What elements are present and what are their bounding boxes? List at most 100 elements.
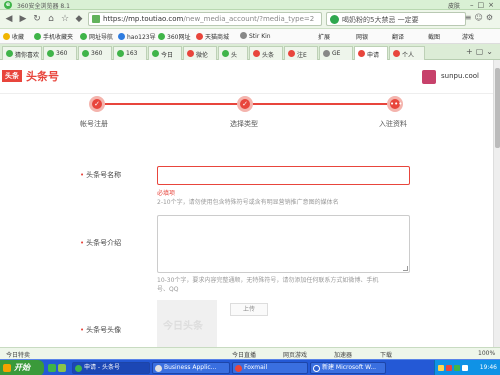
bookmark-icon (240, 32, 247, 39)
tab-active[interactable]: 申请 (354, 46, 388, 60)
task-word[interactable]: 新建 Microsoft W... (310, 362, 386, 374)
step-2-label: 选择类型 (230, 120, 258, 128)
search-box[interactable]: 喝奶粉的5大禁忌 一定要 (326, 12, 466, 26)
tab[interactable]: 猜你喜欢 (2, 46, 42, 60)
status-item-games[interactable]: 网页游戏 (283, 350, 307, 359)
site-header: 头条 头条号 sunpu.cool (0, 60, 493, 94)
status-today-sale[interactable]: 今日特卖 (6, 350, 30, 359)
browser-logo-icon: e (4, 1, 12, 9)
tab[interactable]: 360 (43, 46, 77, 60)
bookmark-icon (34, 33, 41, 40)
toolbar-item[interactable]: 扩展 (318, 32, 330, 41)
foxmail-task-icon (235, 365, 242, 372)
star-icon[interactable]: ☆ (59, 13, 71, 25)
site-logo[interactable]: 头条 (2, 70, 22, 82)
resize-handle-icon[interactable] (403, 266, 408, 271)
bookmark-item[interactable]: 天猫商城 (196, 32, 229, 41)
shield-icon[interactable]: ◆ (73, 13, 85, 25)
skin-menu[interactable]: 皮肤 (448, 1, 460, 10)
tray-icon-2[interactable] (446, 365, 452, 371)
window-title: 360安全浏览器 8.1 (17, 3, 70, 10)
search-engine-icon (330, 15, 339, 24)
tab-favicon-icon (117, 50, 124, 57)
bookmark-icon (196, 33, 203, 40)
quicklaunch-app-icon[interactable] (58, 364, 66, 372)
name-error: 必填项 (157, 190, 176, 197)
task-foxmail[interactable]: Foxmail (232, 362, 308, 374)
tray-icon-1[interactable] (438, 365, 444, 371)
windows-logo-icon (3, 364, 11, 372)
bookmark-item[interactable]: 网址导航 (80, 32, 113, 41)
bookmark-item[interactable]: Stir Kin (240, 32, 271, 40)
address-bar[interactable]: https://mp.toutiao.com/new_media_account… (88, 12, 322, 26)
toolbar-item[interactable]: 网银 (356, 32, 368, 41)
page-scrollbar[interactable] (493, 60, 500, 347)
name-field[interactable] (157, 166, 410, 185)
browser-task-icon (75, 365, 82, 372)
step-3-label: 入驻资料 (379, 120, 407, 128)
task-business-app[interactable]: Business Applic... (152, 362, 230, 374)
status-item-live[interactable]: 今日直播 (232, 350, 256, 359)
browser-statusbar: 今日特卖 今日直播 网页游戏 加速器 下载 100% (0, 347, 500, 359)
quicklaunch-360-icon[interactable] (48, 364, 56, 372)
tab-favicon-icon (6, 50, 13, 57)
back-icon[interactable]: ◀ (3, 13, 15, 25)
bookmark-icon (3, 33, 10, 40)
tab-favicon-icon (393, 50, 400, 57)
tray-icon-4[interactable] (462, 365, 468, 371)
bookmark-item[interactable]: 手机收藏夹 (34, 32, 73, 41)
bookmark-item[interactable]: 360网址 (158, 32, 190, 41)
bookmark-icon (80, 33, 87, 40)
step-3-current-icon: ••• (387, 96, 403, 112)
tab-favicon-icon (152, 50, 159, 57)
toolbar-item[interactable]: 游戏 (462, 32, 474, 41)
toolbar-item[interactable]: 截图 (428, 32, 440, 41)
intro-hint-line1: 10-30个字，要求内容完整通顺，无特殊符号，请勿添加任何联系方式如微博、手机 (157, 277, 379, 284)
intro-hint-line2: 号、QQ (157, 286, 179, 293)
tab[interactable]: 注E (284, 46, 318, 60)
toolbar-item[interactable]: 翻译 (392, 32, 404, 41)
bookmark-item[interactable]: hao123导 (118, 32, 156, 41)
bookmark-icon (158, 33, 165, 40)
tray-icon-3[interactable] (454, 365, 460, 371)
page-content: 头条 头条号 sunpu.cool ✓ ✓ ••• 帐号注册 选择类型 入驻资料… (0, 60, 493, 347)
scrollbar-thumb[interactable] (495, 68, 500, 148)
status-zoom[interactable]: 100% (478, 350, 495, 357)
bookmark-item[interactable]: 收藏 (3, 32, 24, 41)
status-item-accelerator[interactable]: 加速器 (334, 350, 352, 359)
navigation-bar: ◀ ▶ ↻ ⌂ ☆ ◆ https://mp.toutiao.com/new_m… (0, 10, 500, 29)
avatar-label: • 头条号头像 (80, 326, 122, 334)
bookmarks-bar: 收藏 手机收藏夹 网址导航 hao123导 360网址 天猫商城 Stir Kin 扩展 网银 翻… (0, 29, 500, 44)
step-1-check-icon: ✓ (89, 96, 105, 112)
window-controls[interactable]: –□× (470, 1, 498, 9)
tab-strip-controls[interactable]: +▢⌄ (466, 47, 496, 56)
toolbar-icons[interactable]: ≡☺⚙ (465, 13, 496, 22)
refresh-icon[interactable]: ↻ (31, 13, 43, 25)
tab[interactable]: 163 (113, 46, 147, 60)
forward-icon[interactable]: ▶ (17, 13, 29, 25)
clock[interactable]: 19:46 (480, 364, 497, 371)
search-text: 喝奶粉的5大禁忌 一定要 (342, 16, 419, 24)
task-browser[interactable]: 申请 - 头条号 (72, 362, 150, 374)
tab[interactable]: GE (319, 46, 353, 60)
site-brand-name[interactable]: 头条号 (26, 68, 59, 84)
step-2-check-icon: ✓ (237, 96, 253, 112)
step-1-label: 帐号注册 (80, 120, 108, 128)
tab[interactable]: 头 (218, 46, 248, 60)
home-icon[interactable]: ⌂ (45, 13, 57, 25)
name-hint: 2-10个字，请勿使用包含特殊符号或含有明显营销推广意图的媒体名 (157, 199, 339, 206)
intro-textarea[interactable] (157, 215, 410, 273)
tab[interactable]: 微伦 (183, 46, 217, 60)
avatar[interactable] (422, 70, 436, 84)
tab[interactable]: 360 (78, 46, 112, 60)
upload-button[interactable]: 上传 (230, 303, 268, 316)
status-item-download[interactable]: 下载 (380, 350, 392, 359)
word-task-icon (313, 365, 320, 372)
start-button[interactable]: 开始 (0, 360, 44, 375)
app-task-icon (155, 365, 162, 372)
tab[interactable]: 头条 (249, 46, 283, 60)
tab-favicon-icon (253, 50, 260, 57)
tab[interactable]: 今日 (148, 46, 182, 60)
username[interactable]: sunpu.cool (441, 72, 479, 80)
tab[interactable]: 个人 (389, 46, 425, 60)
